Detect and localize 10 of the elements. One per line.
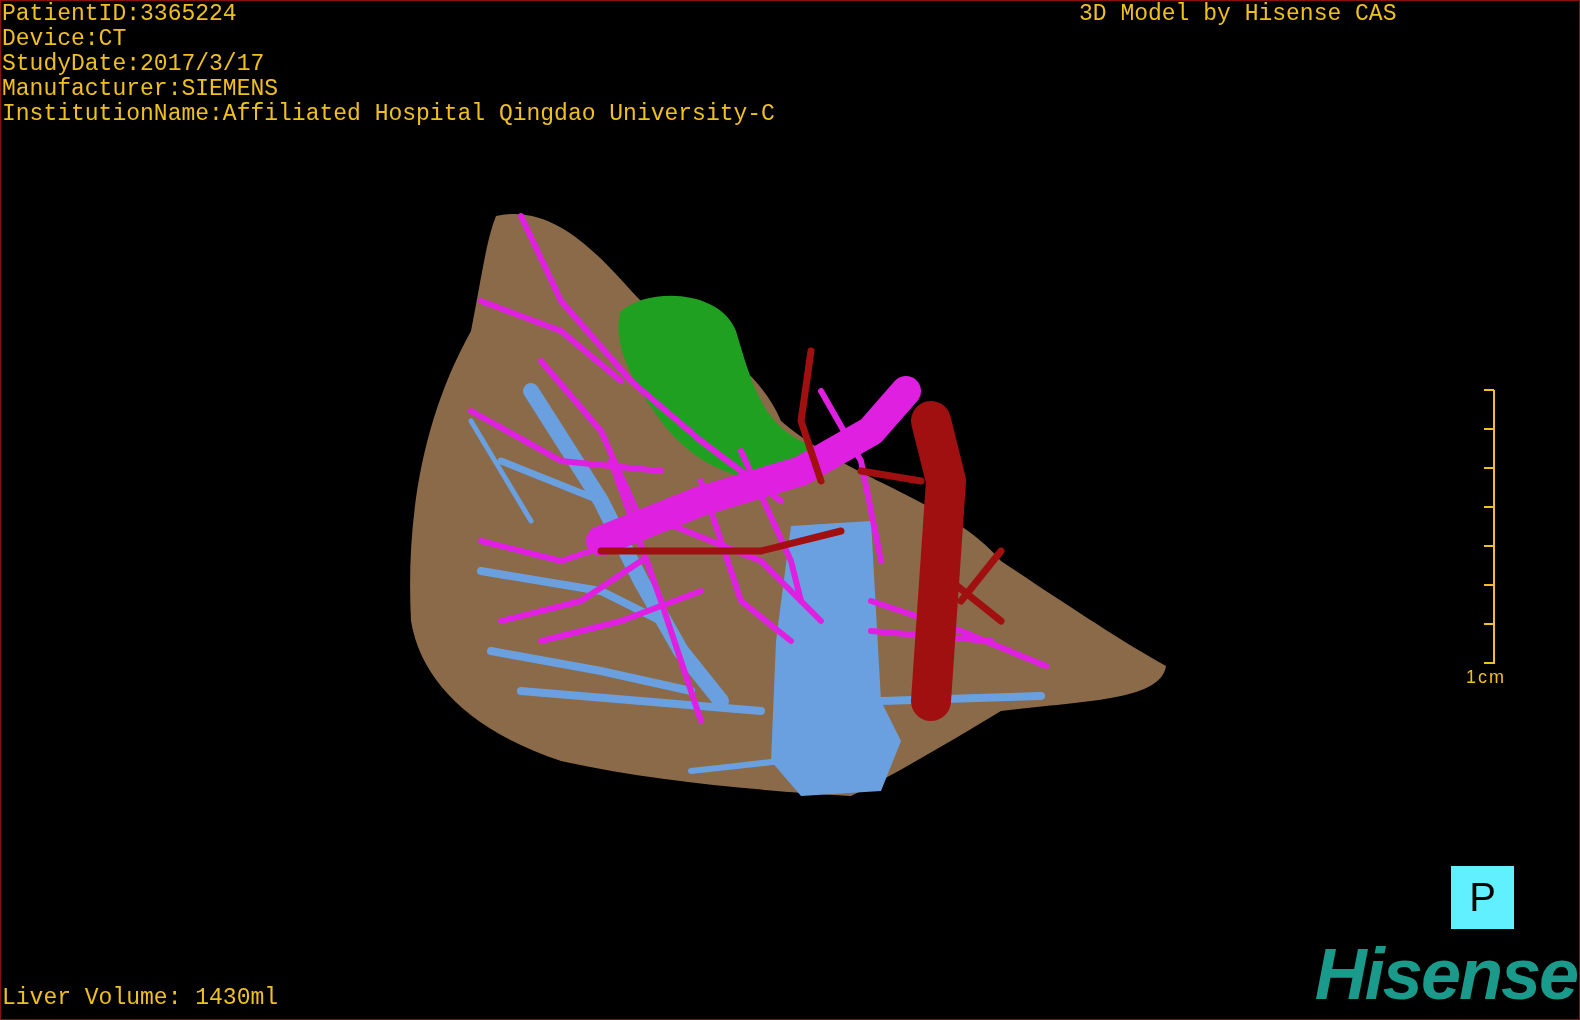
orientation-marker: P [1451, 866, 1514, 929]
scale-label: 1cm [1466, 667, 1506, 688]
patient-info-line: PatientID:3365224 [2, 2, 238, 27]
patient-info-line: Manufacturer:SIEMENS [2, 77, 280, 102]
liver-volume: Liver Volume: 1430ml [2, 986, 279, 1011]
model-credit: 3D Model by Hisense CAS [1079, 2, 1397, 27]
patient-info-line: StudyDate:2017/3/17 [2, 52, 266, 77]
patient-info-line: Device:CT [2, 27, 128, 52]
brand-logo: Hisense [1314, 941, 1577, 1007]
patient-info-line: InstitutionName:Affiliated Hospital Qingdao University-C [2, 102, 775, 127]
